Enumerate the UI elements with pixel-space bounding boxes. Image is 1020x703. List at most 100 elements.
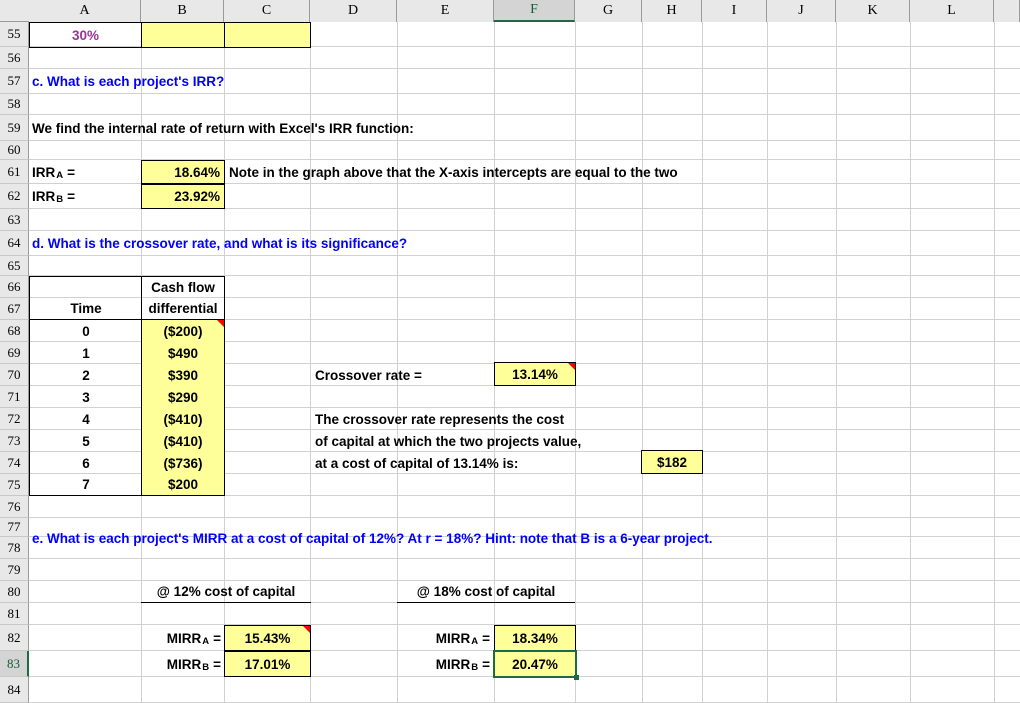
row-header-83[interactable]: 83 [0,651,29,677]
row-header-70[interactable]: 70 [0,364,29,386]
table-row-time[interactable]: 5 [29,430,142,452]
cell-A67-header-time[interactable]: Time [29,298,142,320]
cell-C55[interactable] [224,22,311,48]
row-header-76[interactable]: 76 [0,496,29,518]
cell-E82-label[interactable]: MIRR A = [397,625,494,651]
table-row-cashflow[interactable]: ($736) [141,452,225,474]
column-header-D[interactable]: D [310,0,397,22]
cell-A59-text[interactable]: We find the internal rate of return with… [29,115,729,141]
column-header-H[interactable]: H [642,0,702,22]
mirr-a-12-equals: = [213,630,221,646]
cell-E83-label[interactable]: MIRR B = [397,651,494,677]
row-header-69[interactable]: 69 [0,342,29,364]
cell-D73-text[interactable]: of capital at which the two projects val… [312,430,712,452]
column-header-J[interactable]: J [767,0,836,22]
cell-A77-question-e[interactable]: e. What is each project's MIRR at a cost… [29,526,989,551]
table-row-cashflow[interactable]: $390 [141,364,225,386]
row-header-77[interactable]: 77 [0,518,29,537]
row-header-63[interactable]: 63 [0,209,29,231]
column-header-C[interactable]: C [224,0,310,22]
row-header-60[interactable]: 60 [0,141,29,160]
column-header-A[interactable]: A [29,0,141,22]
column-header-F[interactable]: F [494,0,575,22]
row-header-56[interactable]: 56 [0,47,29,69]
row-header-68[interactable]: 68 [0,320,29,342]
column-header-end[interactable] [994,0,1020,22]
column-header-L[interactable]: L [910,0,994,22]
cell-B61-irr-a-value[interactable]: 18.64% [141,160,225,184]
row-header-79[interactable]: 79 [0,559,29,581]
mirr-a-18-subscript: A [471,635,479,647]
table-row-cashflow[interactable]: $200 [141,474,225,496]
row-header-65[interactable]: 65 [0,256,29,276]
column-header-G[interactable]: G [575,0,642,22]
row-header-58[interactable]: 58 [0,94,29,115]
cell-B62-irr-b-value[interactable]: 23.92% [141,184,225,209]
cell-H74-value[interactable]: $182 [641,450,703,474]
row-header-59[interactable]: 59 [0,115,29,141]
table-row-cashflow[interactable]: ($200) [141,320,225,342]
cell-D74-text[interactable]: at a cost of capital of 13.14% is: [312,452,652,474]
row-header-66[interactable]: 66 [0,276,29,298]
cashflow-value-text: $490 [167,345,199,361]
row-header-61[interactable]: 61 [0,160,29,184]
cell-B82-label[interactable]: MIRR A = [141,625,225,651]
cell-C82-mirr-a-12[interactable]: 15.43% [224,625,311,651]
table-row-cashflow[interactable]: $490 [141,342,225,364]
cell-F70-crossover-value[interactable]: 13.14% [494,362,576,386]
column-header-I[interactable]: I [702,0,767,22]
row-header-75[interactable]: 75 [0,474,29,496]
column-header-K[interactable]: K [836,0,910,22]
table-row-time[interactable]: 2 [29,364,142,386]
cell-C61-note[interactable]: Note in the graph above that the X-axis … [226,160,946,184]
cell-F82-mirr-a-18[interactable]: 18.34% [494,625,576,651]
table-row-time[interactable]: 7 [29,474,142,496]
row-header-64[interactable]: 64 [0,231,29,256]
row-header-81[interactable]: 81 [0,603,29,625]
table-row-cashflow[interactable]: ($410) [141,408,225,430]
row-header-55[interactable]: 55 [0,22,29,47]
cell-B67-header-line2[interactable]: differential [141,298,225,320]
cell-B80-header[interactable]: @ 12% cost of capital [141,581,311,603]
row-header-80[interactable]: 80 [0,581,29,603]
cell-A61-label[interactable]: IRR A = [29,160,142,184]
cell-A66-empty[interactable] [29,276,142,298]
spreadsheet-grid[interactable]: ABCDEFGHIJKL 55 56 57 58 59 60 61 62 63 64 65 66 67 6… [0,0,1020,703]
table-row-time[interactable]: 0 [29,320,142,342]
cell-A55[interactable]: 30% [29,22,142,48]
table-row-cashflow[interactable]: ($410) [141,430,225,452]
cell-B83-label[interactable]: MIRR B = [141,651,225,677]
mirr-b-18-equals: = [482,656,490,672]
cell-D70-crossover-label[interactable]: Crossover rate = [312,364,497,386]
row-header-78[interactable]: 78 [0,537,29,559]
cell-A57-question-c[interactable]: c. What is each project's IRR? [29,69,729,94]
table-row-time[interactable]: 4 [29,408,142,430]
cell-C83-mirr-b-12[interactable]: 17.01% [224,651,311,677]
cell-B66-header-line1[interactable]: Cash flow [141,276,225,298]
cell-A64-question-d[interactable]: d. What is the crossover rate, and what … [29,231,729,256]
table-row-time[interactable]: 6 [29,452,142,474]
cashflow-value-text: ($200) [163,323,203,339]
column-header-E[interactable]: E [397,0,494,22]
table-row-time[interactable]: 3 [29,386,142,408]
row-header-74[interactable]: 74 [0,452,29,474]
row-header-73[interactable]: 73 [0,430,29,452]
cashflow-value-text: ($736) [163,455,203,471]
table-row-time[interactable]: 1 [29,342,142,364]
row-header-71[interactable]: 71 [0,386,29,408]
row-header-84[interactable]: 84 [0,677,29,703]
row-header-62[interactable]: 62 [0,184,29,209]
table-row-cashflow[interactable]: $290 [141,386,225,408]
cell-D72-text[interactable]: The crossover rate represents the cost [312,408,712,430]
column-header-B[interactable]: B [141,0,224,22]
fill-handle[interactable] [574,675,579,680]
mirr-a-18-label-text: MIRR [435,630,471,646]
cell-E80-header[interactable]: @ 18% cost of capital [397,581,575,603]
row-header-82[interactable]: 82 [0,625,29,651]
row-header-57[interactable]: 57 [0,69,29,94]
row-header-67[interactable]: 67 [0,298,29,320]
cell-A62-label[interactable]: IRR B = [29,184,142,209]
cell-F83-mirr-b-18[interactable]: 20.47% [494,651,576,677]
cell-B55[interactable] [141,22,225,48]
row-header-72[interactable]: 72 [0,408,29,430]
